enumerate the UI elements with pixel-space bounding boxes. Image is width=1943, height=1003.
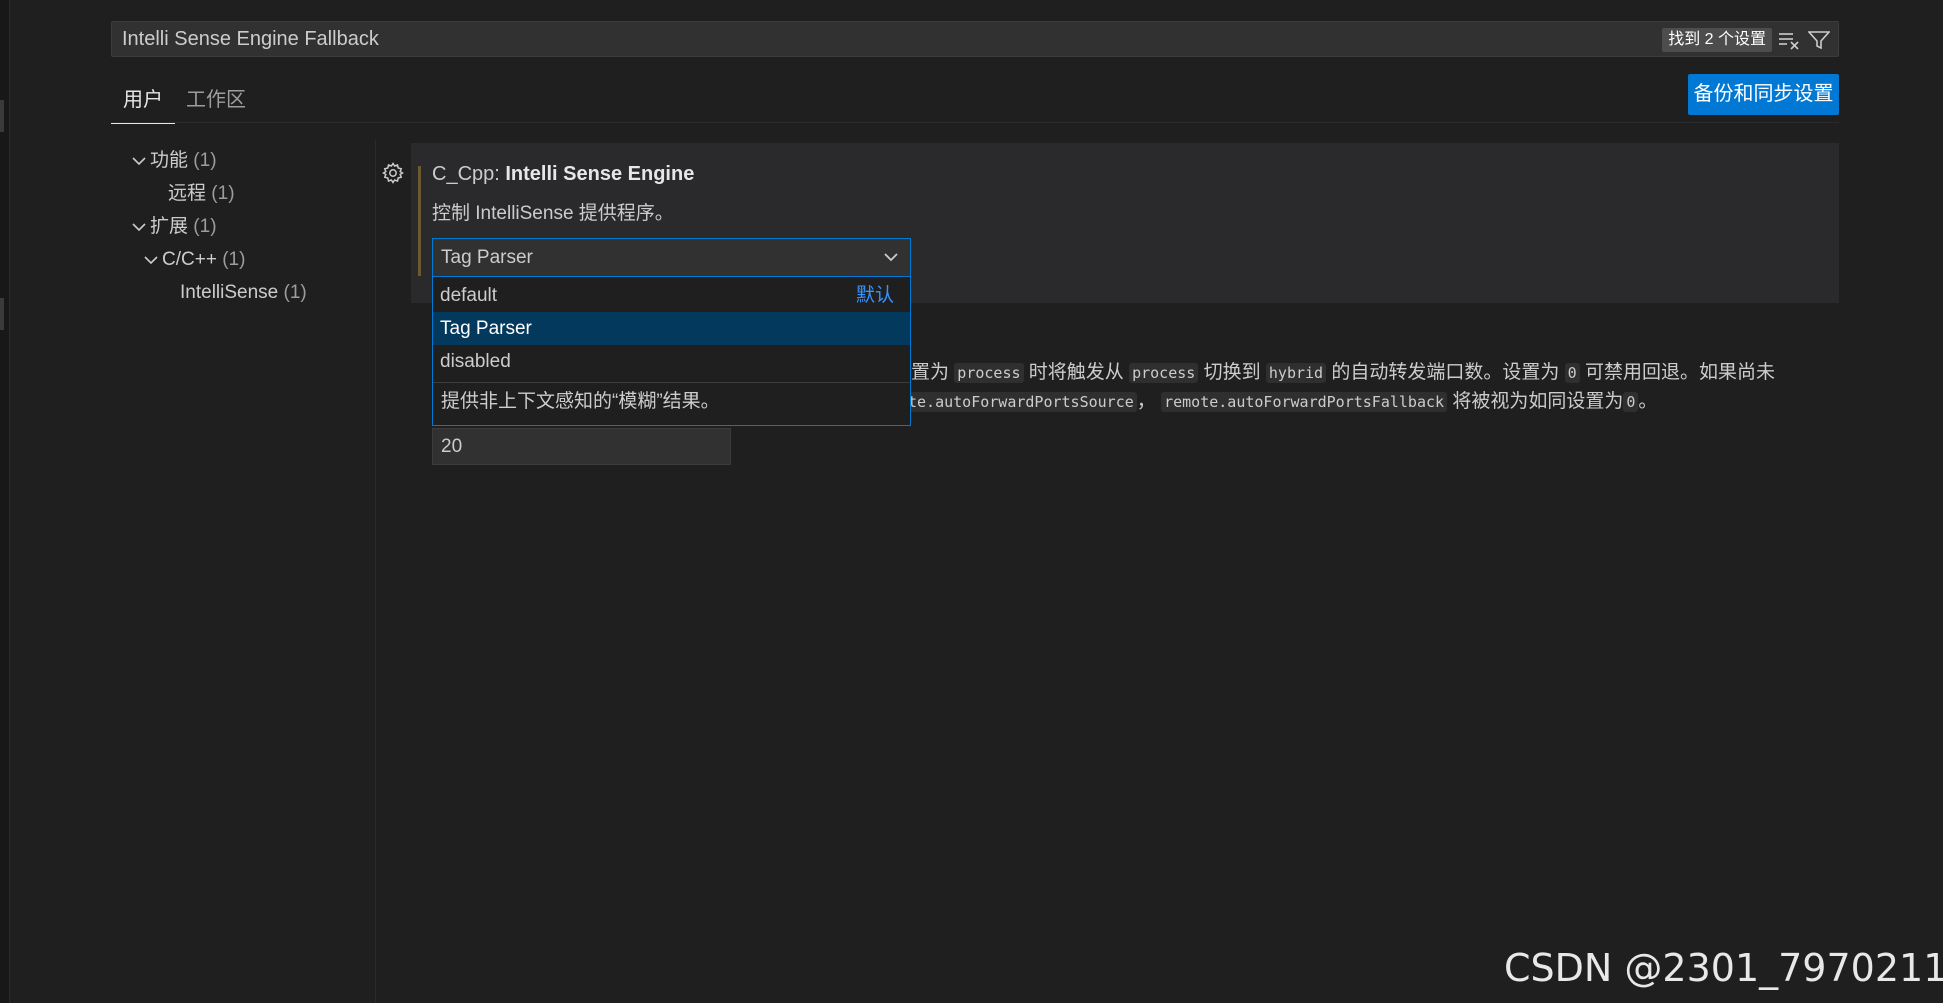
setting-name: Intelli Sense Engine [505,163,695,185]
search-results-count: 找到 2 个设置 [1662,28,1772,52]
chevron-down-icon [140,245,162,275]
modified-indicator [418,166,421,276]
tree-item-features[interactable]: 功能 (1) [128,146,217,176]
desc-text: 将被视为如同设置为 [1452,391,1624,412]
chevron-down-icon [128,146,150,176]
settings-search-input[interactable] [122,22,1622,56]
intellisense-engine-select[interactable]: Tag Parser [432,238,911,277]
inline-code: 0 [1623,392,1639,412]
setting-title: C_Cpp: Intelli Sense Engine [432,163,694,186]
tree-item-label: C/C++ [162,249,217,270]
desc-text: 置为 [911,362,950,383]
tree-item-count: (1) [193,150,217,171]
option-label: default [440,285,498,306]
setting-description: 控制 IntelliSense 提供程序。 [432,203,674,224]
toc-divider [375,140,376,1003]
desc-text: 可禁用回退。如果尚未 [1584,362,1775,383]
tree-item-label: IntelliSense [180,282,279,303]
tab-user[interactable]: 用户 [111,82,175,124]
option-tag-parser[interactable]: Tag Parser [433,312,910,345]
backup-sync-button[interactable]: 备份和同步设置 [1688,74,1839,115]
edge-mark [0,100,4,132]
desc-text: 。 [1638,391,1658,412]
option-default[interactable]: default 默认 [433,279,910,312]
desc-text: ， [1136,391,1156,412]
inline-code: hybrid [1265,363,1327,383]
tree-item-cpp[interactable]: C/C++ (1) [140,245,245,275]
activity-bar-edge [0,0,10,1003]
tree-item-count: (1) [211,183,235,204]
edge-mark [0,298,4,330]
clear-filter-icon[interactable] [1778,30,1800,50]
tree-item-count: (1) [222,249,246,270]
select-dropdown-list: default 默认 Tag Parser disabled 提供非上下文感知的… [432,277,911,426]
chevron-down-icon [128,212,150,242]
desc-text: 的自动转发端口数。设置为 [1331,362,1560,383]
tree-item-label: 远程 [168,183,207,204]
setting-category: C_Cpp: [432,163,506,185]
tabs-divider [111,122,1839,123]
inline-code: process [954,363,1024,383]
option-disabled[interactable]: disabled [433,345,910,378]
option-label: Tag Parser [440,318,532,339]
settings-search-bar: 找到 2 个设置 [111,21,1839,57]
option-description: 提供非上下文感知的“模糊”结果。 [441,391,720,412]
tree-item-count: (1) [283,282,307,303]
tree-item-extensions[interactable]: 扩展 (1) [128,212,217,242]
tree-item-label: 扩展 [150,216,189,237]
inline-code: te.autoForwardPortsSource [905,392,1137,412]
tree-item-intellisense[interactable]: IntelliSense (1) [180,278,307,308]
dropdown-separator [433,382,910,383]
filter-icon[interactable] [1807,30,1831,50]
watermark: CSDN @2301_79702117 [1504,946,1943,990]
tree-item-count: (1) [193,216,217,237]
tab-workspace[interactable]: 工作区 [174,82,258,122]
tree-item-remote[interactable]: 远程 (1) [168,179,235,209]
inline-code: process [1129,363,1199,383]
setting2-description-line2: te.autoForwardPortsSource， remote.autoFo… [905,386,1657,413]
chevron-down-icon [882,249,900,265]
option-label: disabled [440,351,511,372]
default-tag: 默认 [855,285,894,306]
desc-text: 时将触发从 [1028,362,1124,383]
setting2-description-line1: 置为 process 时将触发从 process 切换到 hybrid 的自动转… [911,357,1775,384]
gear-icon[interactable] [381,161,405,185]
select-value: Tag Parser [441,247,533,268]
inline-code: 0 [1564,363,1580,383]
tree-item-label: 功能 [150,150,189,171]
fallback-ports-input[interactable]: 20 [432,428,731,465]
inline-code: remote.autoForwardPortsFallback [1161,392,1448,412]
desc-text: 切换到 [1203,362,1261,383]
